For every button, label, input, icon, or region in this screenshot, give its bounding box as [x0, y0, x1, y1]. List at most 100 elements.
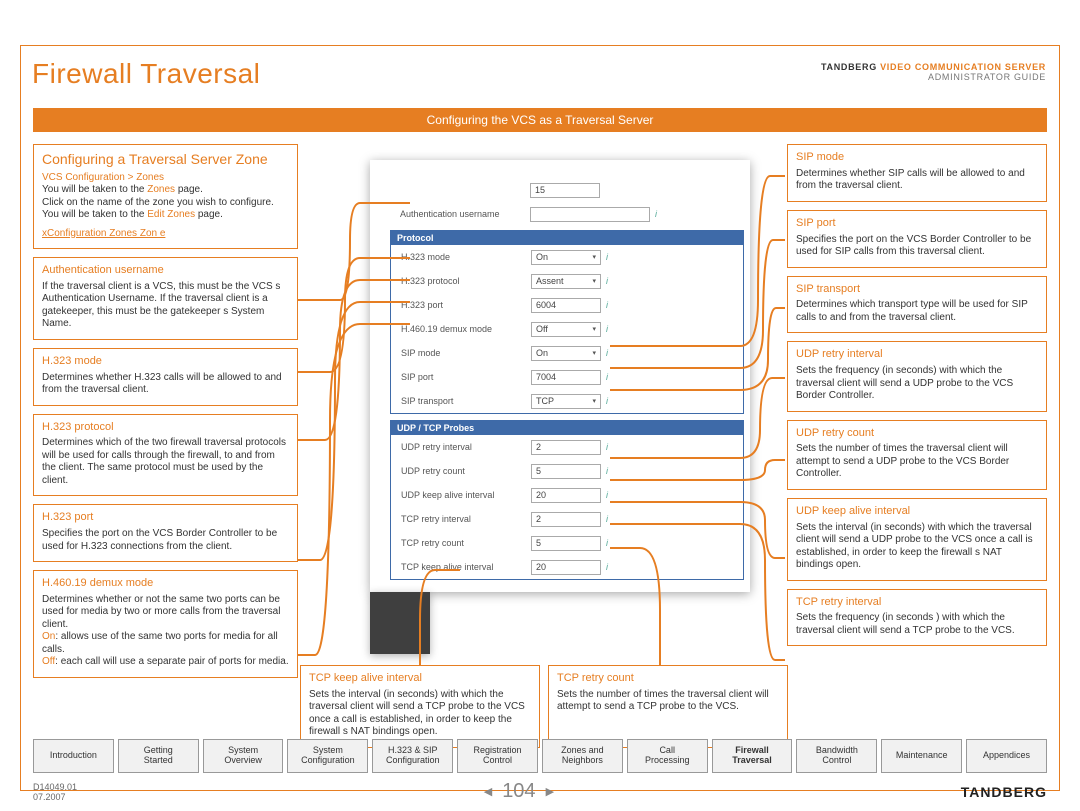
right-column: SIP modeDetermines whether SIP calls wil…	[787, 144, 1047, 654]
sipmode-title: SIP mode	[796, 151, 1038, 165]
zone-breadcrumb[interactable]: VCS Configuration > Zones	[42, 172, 289, 185]
sc-field-row: SIP modeOn▾ i	[391, 341, 743, 365]
demux-title: H.460.19 demux mode	[42, 577, 289, 591]
sc-field-input[interactable]: 2	[531, 512, 601, 527]
info-icon[interactable]: i	[606, 466, 608, 476]
sc-field-label: H.323 mode	[401, 252, 531, 262]
nav-tab[interactable]: Maintenance	[881, 739, 962, 773]
sc-row-top: 15	[390, 178, 750, 202]
info-icon[interactable]: i	[655, 209, 657, 219]
info-icon[interactable]: i	[606, 490, 608, 500]
sc-section1-bar: Protocol	[391, 231, 743, 245]
chevron-down-icon: ▾	[592, 277, 596, 285]
nav-tab[interactable]: RegistrationControl	[457, 739, 538, 773]
page-nav: ◀ 104 ▶	[484, 780, 554, 803]
siptransport-body: Determines which transport type will be …	[796, 299, 1038, 324]
info-icon[interactable]: i	[606, 300, 608, 310]
footer-brand: TANDBERG	[961, 784, 1047, 800]
sc-field-label: SIP mode	[401, 348, 531, 358]
sc-field-input[interactable]: On▾	[531, 250, 601, 265]
zone-title: Configuring a Traversal Server Zone	[42, 151, 289, 169]
sc-field-label: UDP keep alive interval	[401, 490, 531, 500]
box-sip-transport: SIP transport Determines which transport …	[787, 276, 1047, 334]
sc-field-input[interactable]: On▾	[531, 346, 601, 361]
sc-field-row: H.460.19 demux modeOff▾ i	[391, 317, 743, 341]
sc-top-field[interactable]: 15	[530, 183, 600, 198]
sc-field-row: SIP transportTCP▾ i	[391, 389, 743, 413]
nav-tab[interactable]: SystemConfiguration	[287, 739, 368, 773]
tcpcount-body: Sets the number of times the traversal c…	[557, 689, 779, 714]
nav-tab[interactable]: Appendices	[966, 739, 1047, 773]
sipport-body: Specifies the port on the VCS Border Con…	[796, 234, 1038, 259]
brand-sub: ADMINISTRATOR GUIDE	[821, 72, 1046, 82]
nav-tab[interactable]: H.323 & SIPConfiguration	[372, 739, 453, 773]
sc-section-protocol: Protocol H.323 modeOn▾iH.323 protocolAss…	[390, 230, 744, 414]
sc-field-input[interactable]: Off▾	[531, 322, 601, 337]
sc-field-input[interactable]: 5	[531, 464, 601, 479]
box-tcp-retry-count: TCP retry countSets the number of times …	[548, 665, 788, 748]
udpcount-title: UDP retry count	[796, 427, 1038, 441]
info-icon[interactable]: i	[606, 252, 608, 262]
sc-field-input[interactable]: 20	[531, 488, 601, 503]
h323proto-body: Determines which of the two firewall tra…	[42, 437, 289, 487]
nav-tab[interactable]: GettingStarted	[118, 739, 199, 773]
info-icon[interactable]: i	[606, 514, 608, 524]
info-icon[interactable]: i	[606, 372, 608, 382]
info-icon[interactable]: i	[606, 442, 608, 452]
info-icon[interactable]: i	[606, 324, 608, 334]
nav-tab[interactable]: BandwidthControl	[796, 739, 877, 773]
tcpretry-title: TCP retry interval	[796, 596, 1038, 610]
info-icon[interactable]: i	[606, 276, 608, 286]
udpkeep-title: UDP keep alive interval	[796, 505, 1038, 519]
section-banner: Configuring the VCS as a Traversal Serve…	[33, 108, 1047, 132]
nav-tab[interactable]: CallProcessing	[627, 739, 708, 773]
info-icon[interactable]: i	[606, 538, 608, 548]
auth-title: Authentication username	[42, 264, 289, 278]
nav-tab[interactable]: Introduction	[33, 739, 114, 773]
sc-auth-field[interactable]	[530, 207, 650, 222]
sc-field-label: TCP retry interval	[401, 514, 531, 524]
tcpkeep-title: TCP keep alive interval	[309, 672, 531, 686]
box-auth-username: Authentication username If the traversal…	[33, 257, 298, 340]
nav-tab[interactable]: SystemOverview	[203, 739, 284, 773]
zones-link[interactable]: Zones	[147, 184, 175, 195]
footer-date: 07.2007	[33, 792, 77, 802]
nav-tab[interactable]: Zones andNeighbors	[542, 739, 623, 773]
sc-field-input[interactable]: 2	[531, 440, 601, 455]
sc-field-label: H.460.19 demux mode	[401, 324, 531, 334]
chevron-down-icon: ▾	[592, 325, 596, 333]
sc-section2-bar: UDP / TCP Probes	[391, 421, 743, 435]
sc-field-row: TCP keep alive interval20i	[391, 555, 743, 579]
brand-product: VIDEO COMMUNICATION SERVER	[877, 62, 1046, 72]
sc-field-input[interactable]: 20	[531, 560, 601, 575]
sc-field-input[interactable]: 6004	[531, 298, 601, 313]
box-tcp-keep-alive: TCP keep alive intervalSets the interval…	[300, 665, 540, 748]
box-h323-protocol: H.323 protocol Determines which of the t…	[33, 414, 298, 497]
udpretry-title: UDP retry interval	[796, 348, 1038, 362]
info-icon[interactable]: i	[606, 396, 608, 406]
sc-field-input[interactable]: 7004	[531, 370, 601, 385]
h323proto-title: H.323 protocol	[42, 421, 289, 435]
udpkeep-body: Sets the interval (in seconds) with whic…	[796, 522, 1038, 572]
info-icon[interactable]: i	[606, 348, 608, 358]
udpretry-body: Sets the frequency (in seconds) with whi…	[796, 365, 1038, 403]
sc-field-label: SIP transport	[401, 396, 531, 406]
sc-field-input[interactable]: 5	[531, 536, 601, 551]
box-tcp-retry-interval: TCP retry intervalSets the frequency (in…	[787, 589, 1047, 647]
box-demux-mode: H.460.19 demux mode Determines whether o…	[33, 570, 298, 678]
h323mode-body: Determines whether H.323 calls will be a…	[42, 372, 289, 397]
edit-zones-link[interactable]: Edit Zones	[147, 209, 195, 220]
sc-field-input[interactable]: TCP▾	[531, 394, 601, 409]
demux-off: Off: each call will use a separate pair …	[42, 656, 289, 669]
info-icon[interactable]: i	[606, 562, 608, 572]
page-prev-icon[interactable]: ◀	[484, 785, 492, 798]
sc-row-auth: Authentication usernamei	[390, 202, 750, 226]
sc-field-label: TCP retry count	[401, 538, 531, 548]
siptransport-title: SIP transport	[796, 283, 1038, 297]
bottom-boxes: TCP keep alive intervalSets the interval…	[300, 665, 788, 748]
sc-field-input[interactable]: Assent▾	[531, 274, 601, 289]
chevron-down-icon: ▾	[592, 349, 596, 357]
page-next-icon[interactable]: ▶	[546, 785, 554, 798]
xconfiguration-link[interactable]: xConfiguration Zones Zon e	[42, 228, 289, 241]
nav-tab[interactable]: FirewallTraversal	[712, 739, 793, 773]
